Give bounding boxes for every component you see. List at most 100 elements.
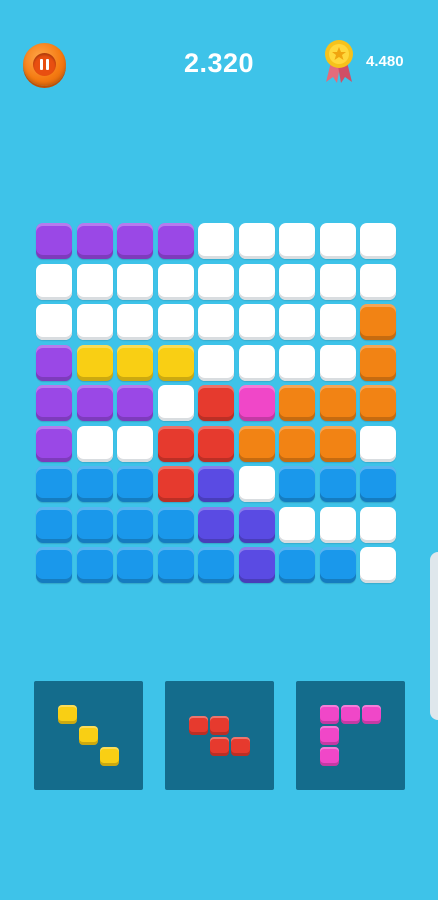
- board-cell-6-7[interactable]: [279, 426, 315, 462]
- board-cell-9-9[interactable]: [360, 547, 396, 583]
- piece-tray-2[interactable]: [165, 681, 274, 790]
- board-cell-8-6[interactable]: [239, 507, 275, 543]
- piece-block: [231, 737, 250, 756]
- board-cell-9-4[interactable]: [158, 547, 194, 583]
- board-cell-5-6[interactable]: [239, 385, 275, 421]
- board-cell-5-1[interactable]: [36, 385, 72, 421]
- board-cell-5-2[interactable]: [77, 385, 113, 421]
- board-cell-3-7[interactable]: [279, 304, 315, 340]
- board-cell-4-1[interactable]: [36, 345, 72, 381]
- board-cell-2-1[interactable]: [36, 264, 72, 300]
- board-cell-4-5[interactable]: [198, 345, 234, 381]
- board-cell-2-8[interactable]: [320, 264, 356, 300]
- board-cell-2-4[interactable]: [158, 264, 194, 300]
- board-cell-2-7[interactable]: [279, 264, 315, 300]
- board-cell-6-1[interactable]: [36, 426, 72, 462]
- board-cell-7-3[interactable]: [117, 466, 153, 502]
- board-cell-2-9[interactable]: [360, 264, 396, 300]
- board-cell-7-2[interactable]: [77, 466, 113, 502]
- board-cell-8-2[interactable]: [77, 507, 113, 543]
- board-cell-6-9[interactable]: [360, 426, 396, 462]
- board-cell-1-8[interactable]: [320, 223, 356, 259]
- board-cell-3-6[interactable]: [239, 304, 275, 340]
- board-cell-6-4[interactable]: [158, 426, 194, 462]
- board-cell-4-2[interactable]: [77, 345, 113, 381]
- board-cell-4-9[interactable]: [360, 345, 396, 381]
- piece-block: [341, 705, 360, 724]
- piece-block: [320, 705, 339, 724]
- piece-tray-1[interactable]: [34, 681, 143, 790]
- board-cell-5-4[interactable]: [158, 385, 194, 421]
- board-cell-1-2[interactable]: [77, 223, 113, 259]
- board-cell-1-9[interactable]: [360, 223, 396, 259]
- board-cell-7-8[interactable]: [320, 466, 356, 502]
- pause-button[interactable]: [23, 43, 66, 86]
- piece-block: [58, 705, 77, 724]
- piece-block: [320, 747, 339, 766]
- board-cell-7-4[interactable]: [158, 466, 194, 502]
- board-cell-6-6[interactable]: [239, 426, 275, 462]
- board-cell-1-6[interactable]: [239, 223, 275, 259]
- board-cell-3-8[interactable]: [320, 304, 356, 340]
- current-score: 2.320: [183, 48, 255, 78]
- edge-panel-handle[interactable]: [430, 552, 438, 720]
- board-cell-8-8[interactable]: [320, 507, 356, 543]
- board-cell-5-8[interactable]: [320, 385, 356, 421]
- board-cell-8-5[interactable]: [198, 507, 234, 543]
- board-cell-8-3[interactable]: [117, 507, 153, 543]
- game-board: [36, 223, 402, 589]
- board-cell-3-2[interactable]: [77, 304, 113, 340]
- board-cell-2-2[interactable]: [77, 264, 113, 300]
- board-cell-3-5[interactable]: [198, 304, 234, 340]
- yellow-diagonal-piece[interactable]: [34, 681, 143, 790]
- board-cell-7-7[interactable]: [279, 466, 315, 502]
- medal-icon: [325, 40, 353, 83]
- board-cell-1-4[interactable]: [158, 223, 194, 259]
- board-cell-6-8[interactable]: [320, 426, 356, 462]
- board-cell-9-6[interactable]: [239, 547, 275, 583]
- board-cell-4-6[interactable]: [239, 345, 275, 381]
- board-cell-5-7[interactable]: [279, 385, 315, 421]
- board-cell-5-3[interactable]: [117, 385, 153, 421]
- board-cell-6-2[interactable]: [77, 426, 113, 462]
- board-cell-9-5[interactable]: [198, 547, 234, 583]
- board-cell-9-2[interactable]: [77, 547, 113, 583]
- board-cell-1-3[interactable]: [117, 223, 153, 259]
- board-cell-6-5[interactable]: [198, 426, 234, 462]
- board-cell-4-4[interactable]: [158, 345, 194, 381]
- piece-block: [210, 716, 229, 735]
- board-cell-2-5[interactable]: [198, 264, 234, 300]
- board-cell-9-1[interactable]: [36, 547, 72, 583]
- board-cell-9-3[interactable]: [117, 547, 153, 583]
- board-cell-2-6[interactable]: [239, 264, 275, 300]
- red-z-piece[interactable]: [165, 681, 274, 790]
- board-cell-5-9[interactable]: [360, 385, 396, 421]
- piece-tray-3[interactable]: [296, 681, 405, 790]
- board-cell-1-7[interactable]: [279, 223, 315, 259]
- board-cell-3-1[interactable]: [36, 304, 72, 340]
- board-cell-7-9[interactable]: [360, 466, 396, 502]
- board-cell-5-5[interactable]: [198, 385, 234, 421]
- magenta-corner-piece[interactable]: [296, 681, 405, 790]
- board-cell-1-5[interactable]: [198, 223, 234, 259]
- board-cell-8-7[interactable]: [279, 507, 315, 543]
- piece-block: [320, 726, 339, 745]
- board-cell-4-3[interactable]: [117, 345, 153, 381]
- board-cell-7-6[interactable]: [239, 466, 275, 502]
- board-cell-8-4[interactable]: [158, 507, 194, 543]
- board-cell-8-9[interactable]: [360, 507, 396, 543]
- board-cell-7-5[interactable]: [198, 466, 234, 502]
- board-cell-6-3[interactable]: [117, 426, 153, 462]
- board-cell-4-8[interactable]: [320, 345, 356, 381]
- board-cell-4-7[interactable]: [279, 345, 315, 381]
- board-cell-3-9[interactable]: [360, 304, 396, 340]
- board-cell-8-1[interactable]: [36, 507, 72, 543]
- board-cell-9-8[interactable]: [320, 547, 356, 583]
- pause-icon: [33, 53, 56, 76]
- board-cell-3-3[interactable]: [117, 304, 153, 340]
- board-cell-3-4[interactable]: [158, 304, 194, 340]
- board-cell-2-3[interactable]: [117, 264, 153, 300]
- board-cell-1-1[interactable]: [36, 223, 72, 259]
- board-cell-7-1[interactable]: [36, 466, 72, 502]
- board-cell-9-7[interactable]: [279, 547, 315, 583]
